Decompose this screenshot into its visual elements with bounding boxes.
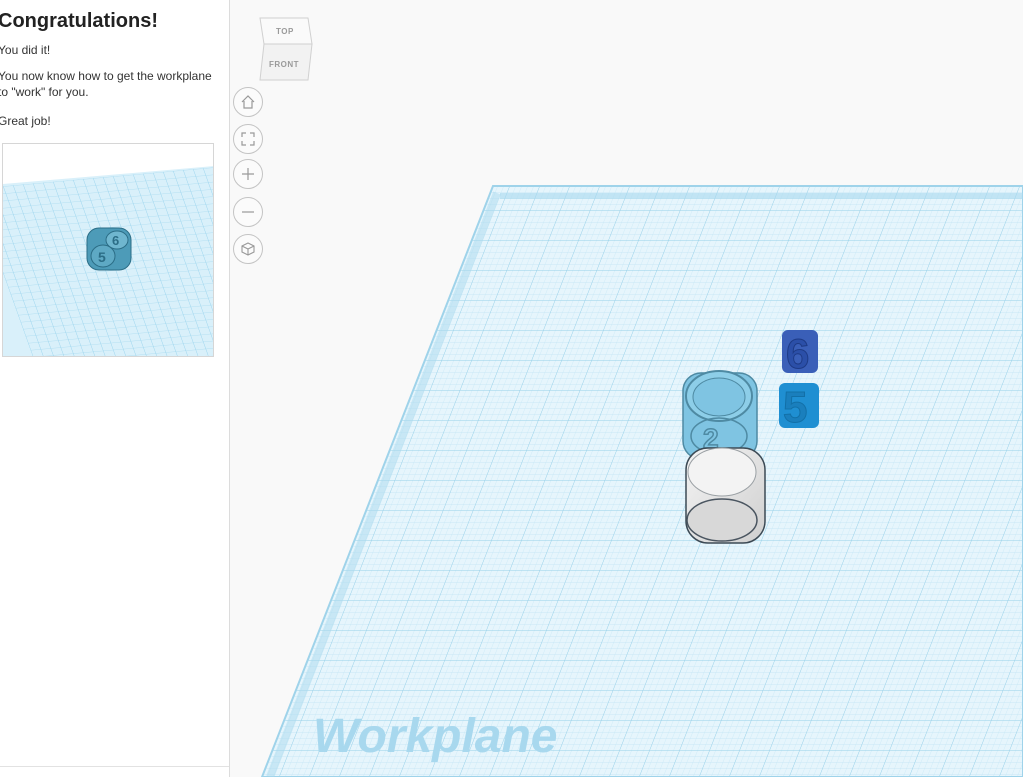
view-cube-front[interactable]: FRONT: [269, 60, 299, 69]
orthographic-view-icon: [241, 242, 255, 256]
zoom-out-icon: [242, 211, 254, 213]
workplane[interactable]: Workplane: [65, 185, 1023, 777]
zoom-out-button[interactable]: [233, 197, 263, 227]
white-cube[interactable]: [685, 447, 766, 544]
workplane-label: Workplane: [313, 710, 558, 763]
orthographic-view-button[interactable]: [233, 234, 263, 264]
number-5-shape[interactable]: 5: [779, 383, 819, 433]
view-cube-top[interactable]: TOP: [276, 27, 294, 36]
zoom-in-button[interactable]: [233, 159, 263, 189]
number-6-glyph: 6: [786, 330, 809, 377]
fit-view-icon: [241, 132, 255, 146]
fit-view-button[interactable]: [233, 124, 263, 154]
view-cube[interactable]: TOP FRONT: [256, 14, 314, 82]
zoom-in-icon: [242, 168, 254, 180]
home-icon: [241, 95, 255, 109]
3d-viewport[interactable]: Workplane 6 5 2: [0, 0, 1023, 777]
home-view-button[interactable]: [233, 87, 263, 117]
number-5-glyph: 5: [783, 383, 807, 432]
die-with-number-2[interactable]: 2: [682, 370, 758, 460]
number-6-shape[interactable]: 6: [782, 330, 818, 378]
